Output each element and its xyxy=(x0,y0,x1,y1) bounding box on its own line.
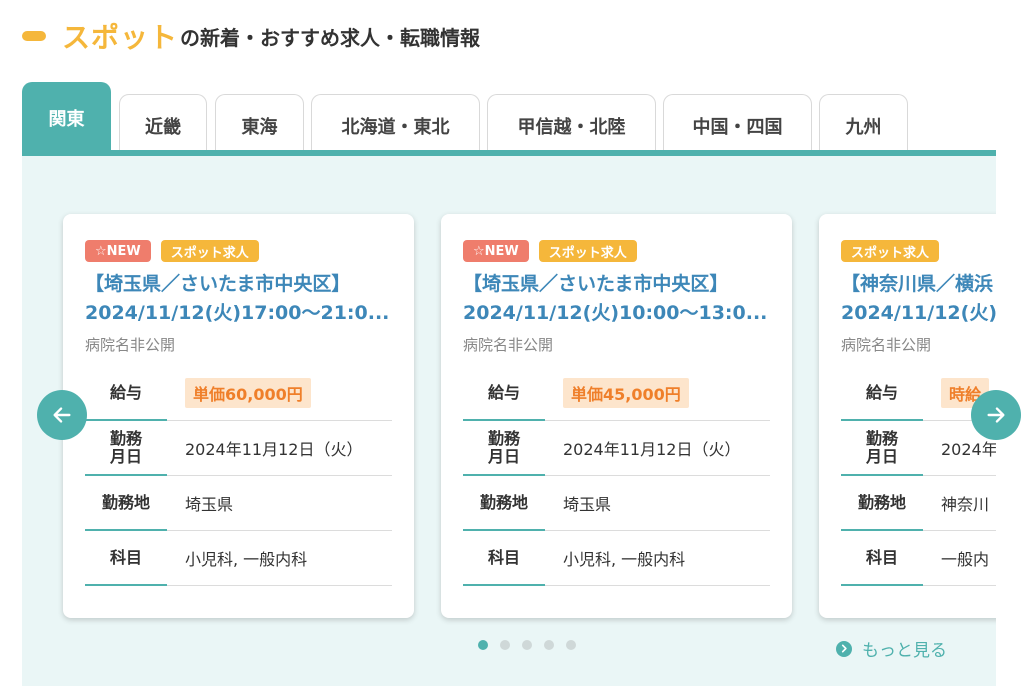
carousel-prev-button[interactable] xyxy=(37,390,87,440)
place-label: 勤務地 xyxy=(463,476,545,531)
hospital-name: 病院名非公開 xyxy=(85,336,176,354)
new-badge: ☆NEW xyxy=(85,240,151,262)
carousel-dot[interactable] xyxy=(522,640,532,650)
job-title-link[interactable]: 【埼玉県／さいたま市中央区】 2024/11/12(火)10:00〜13:0..… xyxy=(463,270,770,328)
tab-chugoku-shikoku[interactable]: 中国・四国 xyxy=(663,94,812,156)
new-badge: ☆NEW xyxy=(463,240,529,262)
job-title-line1: 【神奈川県／横浜 xyxy=(841,273,994,295)
pay-value: 単価60,000円 xyxy=(185,378,311,408)
job-card[interactable]: ☆NEW スポット求人 【埼玉県／さいたま市中央区】 2024/11/12(火)… xyxy=(63,214,414,618)
tab-kyushu[interactable]: 九州 xyxy=(819,94,908,156)
section-heading: スポット の新着・おすすめ求人・転職情報 xyxy=(22,16,480,56)
job-title-line2: 2024/11/12(火)17:00〜21:0... xyxy=(85,302,390,324)
hospital-name: 病院名非公開 xyxy=(841,336,932,354)
spot-badge: スポット求人 xyxy=(160,240,259,262)
job-title-line1: 【埼玉県／さいたま市中央区】 xyxy=(463,273,729,295)
chevron-right-circle-icon xyxy=(836,640,852,657)
heading-accent: スポット xyxy=(62,21,179,54)
hospital-name: 病院名非公開 xyxy=(463,336,554,354)
carousel-dot[interactable] xyxy=(566,640,576,650)
pay-label: 給与 xyxy=(85,366,167,421)
tab-kanto[interactable]: 関東 xyxy=(22,82,111,156)
carousel-dot[interactable] xyxy=(478,640,488,650)
heading-text: の新着・おすすめ求人・転職情報 xyxy=(180,25,481,50)
arrow-right-icon xyxy=(987,407,1005,423)
heading-marker xyxy=(22,31,46,41)
pay-label: 給与 xyxy=(841,366,923,421)
see-more-label: もっと見る xyxy=(862,641,947,661)
job-card[interactable]: ☆NEW スポット求人 【埼玉県／さいたま市中央区】 2024/11/12(火)… xyxy=(441,214,792,618)
subject-label: 科目 xyxy=(85,531,167,586)
tab-tokai[interactable]: 東海 xyxy=(215,94,304,156)
spot-badge: スポット求人 xyxy=(841,240,940,262)
date-label: 勤務月日 xyxy=(463,421,545,476)
subject-label: 科目 xyxy=(841,531,923,586)
subject-value: 小児科, 一般内科 xyxy=(545,531,770,586)
spot-badge: スポット求人 xyxy=(538,240,637,262)
carousel-next-button[interactable] xyxy=(971,390,1021,440)
carousel-pagination xyxy=(478,640,576,650)
place-label: 勤務地 xyxy=(841,476,923,531)
arrow-left-icon xyxy=(53,407,71,423)
carousel-panel: ☆NEW スポット求人 【埼玉県／さいたま市中央区】 2024/11/12(火)… xyxy=(22,156,996,686)
job-title-line1: 【埼玉県／さいたま市中央区】 xyxy=(85,273,351,295)
place-value: 埼玉県 xyxy=(545,476,770,531)
job-title-link[interactable]: 【埼玉県／さいたま市中央区】 2024/11/12(火)17:00〜21:0..… xyxy=(85,270,392,328)
job-card[interactable]: スポット求人 【神奈川県／横浜 2024/11/12(火) 病院名非公開 給与 … xyxy=(819,214,996,618)
job-title-line2: 2024/11/12(火)10:00〜13:0... xyxy=(463,302,768,324)
job-title-line2: 2024/11/12(火) xyxy=(841,302,996,324)
date-label: 勤務月日 xyxy=(85,421,167,476)
carousel-dot[interactable] xyxy=(544,640,554,650)
see-more-link[interactable]: もっと見る xyxy=(836,636,947,661)
region-tabs: 関東 近畿 東海 北海道・東北 甲信越・北陸 中国・四国 九州 xyxy=(22,82,996,156)
date-value: 2024年11月12日（火） xyxy=(545,421,770,476)
carousel-dot[interactable] xyxy=(500,640,510,650)
place-value: 神奈川 xyxy=(923,476,996,531)
tab-koshinetsu-hokuriku[interactable]: 甲信越・北陸 xyxy=(487,94,656,156)
date-label: 勤務月日 xyxy=(841,421,923,476)
subject-label: 科目 xyxy=(463,531,545,586)
tab-hokkaido-tohoku[interactable]: 北海道・東北 xyxy=(311,94,480,156)
pay-label: 給与 xyxy=(463,366,545,421)
pay-value: 単価45,000円 xyxy=(563,378,689,408)
place-label: 勤務地 xyxy=(85,476,167,531)
date-value: 2024年11月12日（火） xyxy=(167,421,392,476)
tab-kinki[interactable]: 近畿 xyxy=(119,94,207,156)
job-title-link[interactable]: 【神奈川県／横浜 2024/11/12(火) xyxy=(841,270,996,328)
subject-value: 一般内 xyxy=(923,531,996,586)
place-value: 埼玉県 xyxy=(167,476,392,531)
subject-value: 小児科, 一般内科 xyxy=(167,531,392,586)
